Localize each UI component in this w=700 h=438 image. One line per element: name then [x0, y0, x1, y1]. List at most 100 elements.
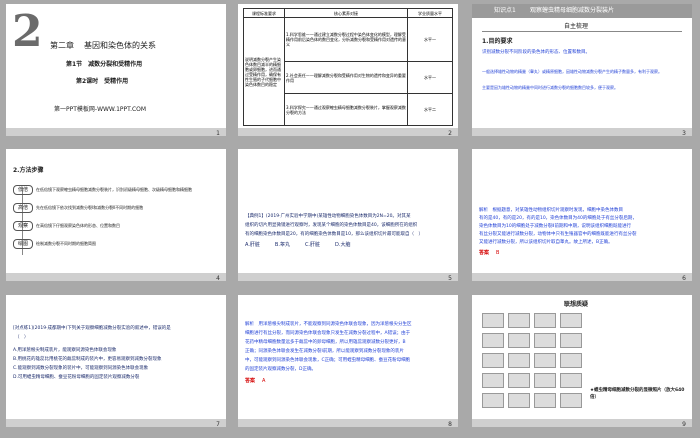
slide-3-thumbnail[interactable]: 知识点1 观察蝗虫精母细胞减数分裂装片 自主梳理 1.目的要求 识别减数分裂不同… [472, 4, 692, 136]
table-header: 核心素养对接 [284, 8, 408, 18]
slide-footer-bar: 1 [6, 128, 226, 136]
chapter-label: 第二章 [50, 41, 74, 50]
analysis-line: 染色体数目为10的细胞处于减数分裂Ⅱ前期和中期，说明该组织细胞既能进行 [479, 224, 631, 229]
flow-step-draw: 绘图 [13, 239, 33, 249]
item-title: 1.目的要求 [482, 38, 513, 45]
slide-heading: 观察蝗虫精母细胞减数分裂装片 [530, 7, 615, 14]
answer-label: 答案 [245, 378, 256, 384]
slide-footer-bar: 8 [238, 419, 458, 427]
micrograph-image [482, 333, 504, 348]
slide-7-thumbnail[interactable]: [对点练1](2019·成都期中)下列关于观察细胞减数分裂实验的叙述中，错误的是… [6, 295, 226, 427]
analysis-line: 有的是40，有的是20，有的是10，染色体数目为40的细胞处于有丝分裂后期， [479, 216, 637, 221]
micrograph-image [560, 393, 582, 408]
table-cell: 说明减数分裂产生染色体数目减半的精细胞或卵细胞，进而通过受精作用，确保有性生殖的… [243, 17, 285, 126]
table-header: 学业质量水平 [407, 8, 453, 18]
slide-5-thumbnail[interactable]: 【典例1】(2019·广州实验中学期中)某雄性动物细胞染色体数目为2N=20。对… [238, 149, 458, 281]
micrograph-image [482, 313, 504, 328]
micrograph-image [482, 393, 504, 408]
micrograph-image [560, 353, 582, 368]
question-option: C.能观察到减数分裂现象的装片中，可能观察到同源染色体联会现象 [13, 366, 149, 371]
section-title: 第1节 减数分裂和受精作用 [66, 61, 143, 68]
text-line: 一般选择雄性动物的精巢（睾丸）或精原细胞，因雄性动物减数分裂产生的精子数量多，有… [482, 69, 662, 74]
slide-number: 3 [682, 130, 686, 136]
analysis-line: 花药中精母细胞数量远多于雌蕊中的卵母细胞，所以用雄蕊观察减数分裂更好，B [245, 340, 406, 345]
micrograph-caption: ★蝗虫精母细胞减数分裂的显微照片（放大640倍） [590, 388, 685, 400]
analysis-line: 正确；同源染色体联会发生在减数分裂Ⅰ前期，所以能观察到减数分裂现象的装片 [245, 349, 404, 354]
micrograph-image [508, 393, 530, 408]
slide-footer-bar: 7 [6, 419, 226, 427]
micrograph-image [560, 313, 582, 328]
flow-step-observe: 观察 [13, 221, 33, 231]
table-cell: 3.科学探究——通过观察蝗虫精母细胞减数分裂装片，掌握观察减数分裂的方法 [284, 93, 408, 126]
chapter-number: 2 [12, 6, 43, 57]
analysis-line: 细胞进行有丝分裂，而同源染色体联会现象只发生在减数分裂过程中，A错误；由于 [245, 331, 411, 336]
analysis-line: 有丝分裂又能进行减数分裂，动物体中只有生殖器官中的细胞既能进行有丝分裂 [479, 232, 637, 237]
slide-number: 5 [448, 275, 452, 281]
analysis-line: 解析 根据题意，对某雄性动物组织切片观察时发现，细胞中染色体数目 [479, 208, 623, 213]
divider [482, 31, 682, 32]
micrograph-image [560, 333, 582, 348]
micrograph-image [560, 373, 582, 388]
flow-step-low: 低倍 [13, 185, 33, 195]
micrograph-image [508, 333, 530, 348]
slide-1-thumbnail[interactable]: 2 第二章 基因和染色体的关系 第1节 减数分裂和受精作用 第2课时 受精作用 … [6, 4, 226, 136]
analysis-line: 解析 用洋葱根尖制成装片，不能观察到同源染色体联会现象，因为洋葱根尖分生区 [245, 322, 412, 327]
chapter-title: 基因和染色体的关系 [84, 41, 156, 50]
micrograph-image [534, 393, 556, 408]
question-line: 组织的切片用显微镜进行观察时，发现某个细胞的染色体数目是40，该细胞所在的组织 [245, 223, 418, 228]
table-cell: 水平二 [407, 93, 453, 126]
micrograph-image [482, 373, 504, 388]
flow-step-text: 先在低倍镜下依次找到减数分裂Ⅰ和减数分裂Ⅱ不同时期的细胞 [36, 205, 144, 210]
flow-step-text: 绘制减数分裂不同时期的细胞简图 [36, 241, 96, 246]
answer-label: 答案 [479, 250, 490, 256]
knowledge-tag: 知识点1 [494, 7, 516, 14]
micrograph-image [508, 373, 530, 388]
slide-heading: 联想质疑 [564, 301, 589, 308]
slide-number: 1 [216, 130, 220, 136]
analysis-line: 的固定装片观察减数分裂，D正确。 [245, 367, 316, 372]
slide-footer-bar: 5 [238, 273, 458, 281]
micrograph-image [482, 353, 504, 368]
micrograph-image [534, 313, 556, 328]
slide-4-thumbnail[interactable]: 2.方法步骤 低倍 在低倍镜下观察蝗虫精母细胞减数分裂装片，识别初级精母细胞、次… [6, 149, 226, 281]
question-option: A.用洋葱根尖制成装片，能观察同源染色体联会现象 [13, 348, 117, 353]
slide-9-thumbnail[interactable]: 联想质疑 ★蝗虫精母细胞减数分裂的显微照片（放大640倍） 9 [472, 295, 692, 427]
micrograph-image [508, 313, 530, 328]
slide-number: 2 [448, 130, 452, 136]
slide-footer-bar: 4 [6, 273, 226, 281]
analysis-line: 中，可能观察到同源染色体联会现象，C正确；可用蝗虫精母细胞、蚕豆花粉母细胞 [245, 358, 411, 363]
question-line: （ ） [15, 335, 29, 340]
question-line: 有的细胞染色体数目是20，有的细胞染色体数目是10，那么该组织切片最可能取自（ … [245, 232, 423, 237]
slide-number: 7 [216, 421, 220, 427]
question-option: B.用桃花的雄蕊比用桃花的雌蕊制成的装片中，更容易观察到减数分裂现象 [13, 357, 162, 362]
analysis-line: 又能进行减数分裂，所以该组织切片取自睾丸。故上所述，B正确。 [479, 240, 613, 245]
flow-step-text: 在低倍镜下观察蝗虫精母细胞减数分裂装片，识别初级精母细胞、次级精母细胞和精细胞 [36, 187, 192, 192]
question-options: A.肝脏 B.睾丸 C.肝脏 D.大脑 [245, 242, 351, 248]
slide-2-thumbnail[interactable]: 课程标准要求 核心素养对接 学业质量水平 说明减数分裂产生染色体数目减半的精细胞… [238, 4, 458, 136]
slide-number: 4 [216, 275, 220, 281]
slide-number: 9 [682, 421, 686, 427]
slide-footer-bar: 3 [472, 128, 692, 136]
table-cell: 水平一 [407, 16, 453, 63]
table-header: 课程标准要求 [243, 8, 285, 18]
text-line: 主要是因为雄性动物的精巢中同时进行减数分裂的细胞数目较多，便于观察。 [482, 85, 618, 90]
flow-step-text: 在高倍镜下仔细观察染色体的形态、位置和数目 [36, 223, 120, 228]
question-line: 【典例1】(2019·广州实验中学期中)某雄性动物细胞染色体数目为2N=20。对… [245, 214, 411, 219]
slide-8-thumbnail[interactable]: 解析 用洋葱根尖制成装片，不能观察到同源染色体联会现象，因为洋葱根尖分生区 细胞… [238, 295, 458, 427]
slide-footer-bar: 2 [238, 128, 458, 136]
slide-6-thumbnail[interactable]: 解析 根据题意，对某雄性动物组织切片观察时发现，细胞中染色体数目 有的是40，有… [472, 149, 692, 281]
slide-number: 6 [682, 275, 686, 281]
table-cell: 1.科学思维——通过建立减数分裂过程中染色体变化的模型，理解受精作用前后染色体的… [284, 16, 408, 63]
subheading: 自主梳理 [564, 23, 589, 30]
table-cell: 2.社会责任——理解减数分裂和受精作用对生物的遗传和变异的重要作用 [284, 61, 408, 95]
slide-heading: 2.方法步骤 [13, 167, 44, 174]
answer-value: B [496, 250, 500, 256]
micrograph-image [534, 333, 556, 348]
standards-table: 课程标准要求 核心素养对接 学业质量水平 说明减数分裂产生染色体数目减半的精细胞… [243, 8, 453, 126]
micrograph-image [534, 373, 556, 388]
slide-number: 8 [448, 421, 452, 427]
answer-value: A [262, 378, 266, 384]
table-cell: 水平一 [407, 61, 453, 95]
slide-footer-bar: 6 [472, 273, 692, 281]
flow-step-high: 高倍 [13, 203, 33, 213]
